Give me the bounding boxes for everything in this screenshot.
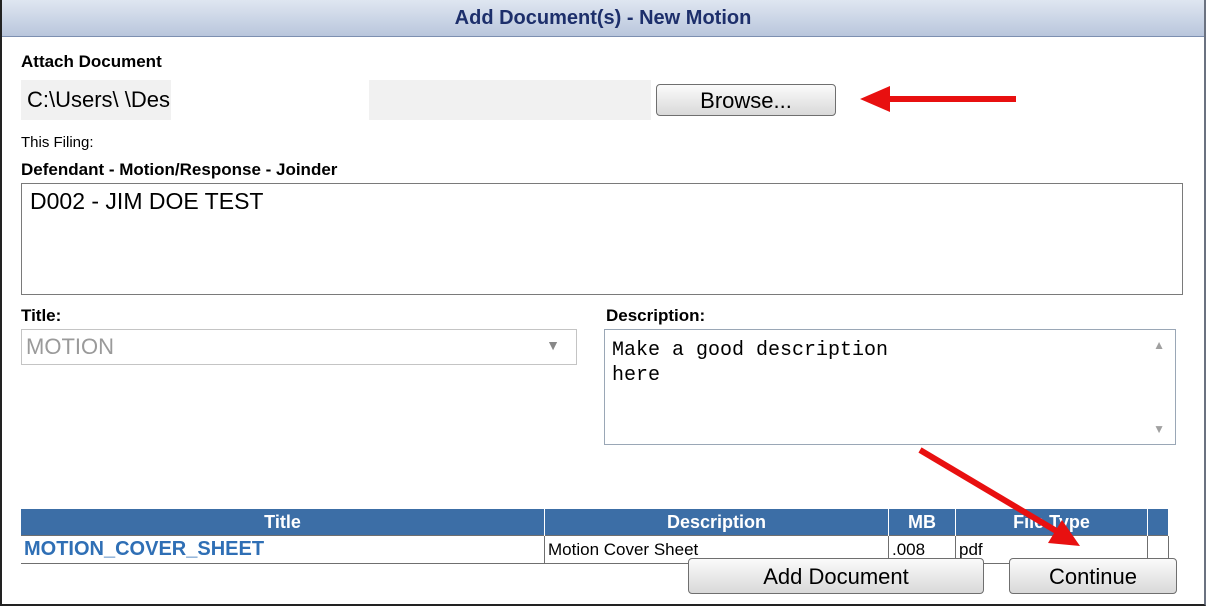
annotation-arrows xyxy=(860,86,1080,546)
arrow-to-continue xyxy=(918,447,1080,546)
arrow-to-browse xyxy=(860,86,1016,112)
arrow-browse-head xyxy=(860,86,890,112)
arrow-continue-shaft xyxy=(918,447,1060,535)
arrow-continue-head xyxy=(1048,520,1080,546)
